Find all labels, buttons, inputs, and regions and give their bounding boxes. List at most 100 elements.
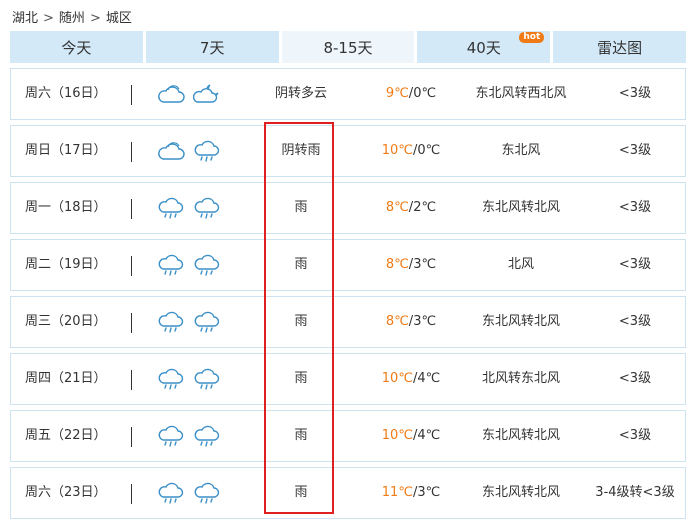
wind-direction: 北风转东北风 [481, 371, 560, 386]
divider [131, 484, 132, 504]
temp-high: 8℃ [385, 257, 409, 272]
rain-icon [158, 425, 184, 447]
weather-description: 雨 [294, 200, 308, 215]
tab-7-days[interactable]: 7天 [145, 31, 279, 63]
temp-high: 11℃ [381, 485, 413, 500]
forecast-date: 周六（23日） [25, 485, 107, 500]
temp-low: 3℃ [417, 485, 441, 500]
rain-icon [158, 482, 184, 504]
wind-direction: 东北风转北风 [481, 314, 560, 329]
weather-description: 雨 [294, 257, 308, 272]
tab-label: 8-15天 [323, 38, 373, 57]
wind-level: <3级 [618, 314, 652, 329]
temperature: 10℃/4℃ [381, 371, 441, 386]
wind-level: <3级 [618, 200, 652, 215]
tab-label: 7天 [199, 38, 225, 57]
rain-icon [158, 197, 184, 219]
temp-low: 0℃ [413, 86, 437, 101]
rain-icon [158, 254, 184, 276]
tab-label: 今天 [61, 38, 92, 57]
weather-description: 阴转雨 [281, 143, 321, 158]
wind-direction: 北风 [507, 257, 534, 272]
temperature: 8℃/3℃ [385, 314, 437, 329]
divider [131, 427, 132, 447]
temperature: 8℃/3℃ [385, 257, 437, 272]
wind-direction: 东北风转北风 [481, 428, 560, 443]
wind-level: <3级 [618, 371, 652, 386]
weather-description: 阴转多云 [274, 86, 327, 101]
breadcrumb-city[interactable]: 随州 [59, 11, 85, 26]
weather-description: 雨 [294, 485, 308, 500]
divider [131, 199, 132, 219]
tab-radar[interactable]: 雷达图 [553, 31, 686, 63]
divider [131, 85, 132, 105]
temperature: 8℃/2℃ [385, 200, 437, 215]
wind-level: <3级 [618, 428, 652, 443]
weather-icons [157, 297, 227, 347]
wind-direction: 东北风转北风 [481, 485, 560, 500]
forecast-date: 周六（16日） [25, 86, 107, 101]
weather-icons [157, 126, 227, 176]
weather-description: 雨 [294, 428, 308, 443]
rain-icon [194, 140, 220, 162]
temp-high: 8℃ [385, 200, 409, 215]
temperature: 9℃/0℃ [385, 86, 437, 101]
temp-low: 4℃ [417, 371, 441, 386]
weather-icons [157, 240, 227, 290]
forecast-row: 周四（21日） 雨 10℃/4℃ 北风转东北风 <3级 [10, 353, 686, 405]
wind-direction: 东北风 [501, 143, 541, 158]
forecast-date: 周二（19日） [25, 257, 107, 272]
temp-high: 8℃ [385, 314, 409, 329]
rain-icon [158, 368, 184, 390]
wind-direction: 东北风转西北风 [475, 86, 567, 101]
tab-today[interactable]: 今天 [10, 31, 143, 63]
breadcrumb-district[interactable]: 城区 [106, 11, 132, 26]
divider [131, 256, 132, 276]
partly-cloudy-night-icon [193, 84, 219, 103]
forecast-date: 周一（18日） [25, 200, 107, 215]
breadcrumb-separator: > [89, 11, 101, 26]
forecast-tabs: 今天 7天 8-15天 40天 hot 雷达图 [10, 31, 686, 63]
rain-icon [194, 254, 220, 276]
forecast-row: 周五（22日） 雨 10℃/4℃ 东北风转北风 <3级 [10, 410, 686, 462]
breadcrumb-separator: > [43, 11, 54, 26]
forecast-date: 周四（21日） [25, 371, 107, 386]
forecast-row: 周一（18日） 雨 8℃/2℃ 东北风转北风 <3级 [10, 182, 686, 234]
cloudy-icon [158, 85, 185, 103]
breadcrumb-province[interactable]: 湖北 [12, 11, 38, 26]
forecast-row: 周三（20日） 雨 8℃/3℃ 东北风转北风 <3级 [10, 296, 686, 348]
wind-level: 3-4级转<3级 [595, 485, 675, 500]
rain-icon [194, 311, 220, 333]
weather-icons [157, 468, 227, 518]
temperature: 11℃/3℃ [381, 485, 441, 500]
breadcrumb: 湖北 > 随州 > 城区 [12, 9, 132, 29]
weather-icons [157, 411, 227, 461]
weather-icons [157, 354, 227, 404]
forecast-date: 周三（20日） [25, 314, 107, 329]
temp-high: 10℃ [381, 143, 413, 158]
rain-icon [194, 425, 220, 447]
wind-level: <3级 [618, 257, 652, 272]
weather-description: 雨 [294, 371, 308, 386]
temp-low: 3℃ [413, 314, 437, 329]
temperature: 10℃/4℃ [381, 428, 441, 443]
forecast-row: 周二（19日） 雨 8℃/3℃ 北风 <3级 [10, 239, 686, 291]
wind-level: <3级 [618, 86, 652, 101]
temp-high: 9℃ [385, 86, 409, 101]
tab-8-15-days[interactable]: 8-15天 [281, 31, 415, 63]
rain-icon [194, 368, 220, 390]
tab-label: 40天 [466, 38, 501, 57]
temp-high: 10℃ [381, 371, 413, 386]
weather-icons [157, 183, 227, 233]
rain-icon [158, 311, 184, 333]
temp-low: 2℃ [413, 200, 437, 215]
tab-40-days[interactable]: 40天 hot [417, 31, 551, 63]
forecast-row: 周六（16日） 阴转多云 9℃/0℃ 东北风转西北风 <3级 [10, 68, 686, 120]
forecast-date: 周日（17日） [25, 143, 107, 158]
forecast-row: 周日（17日） 阴转雨 10℃/0℃ 东北风 <3级 [10, 125, 686, 177]
tab-label: 雷达图 [597, 38, 643, 57]
temp-low: 3℃ [413, 257, 437, 272]
wind-level: <3级 [618, 143, 652, 158]
wind-direction: 东北风转北风 [481, 200, 560, 215]
rain-icon [194, 482, 220, 504]
